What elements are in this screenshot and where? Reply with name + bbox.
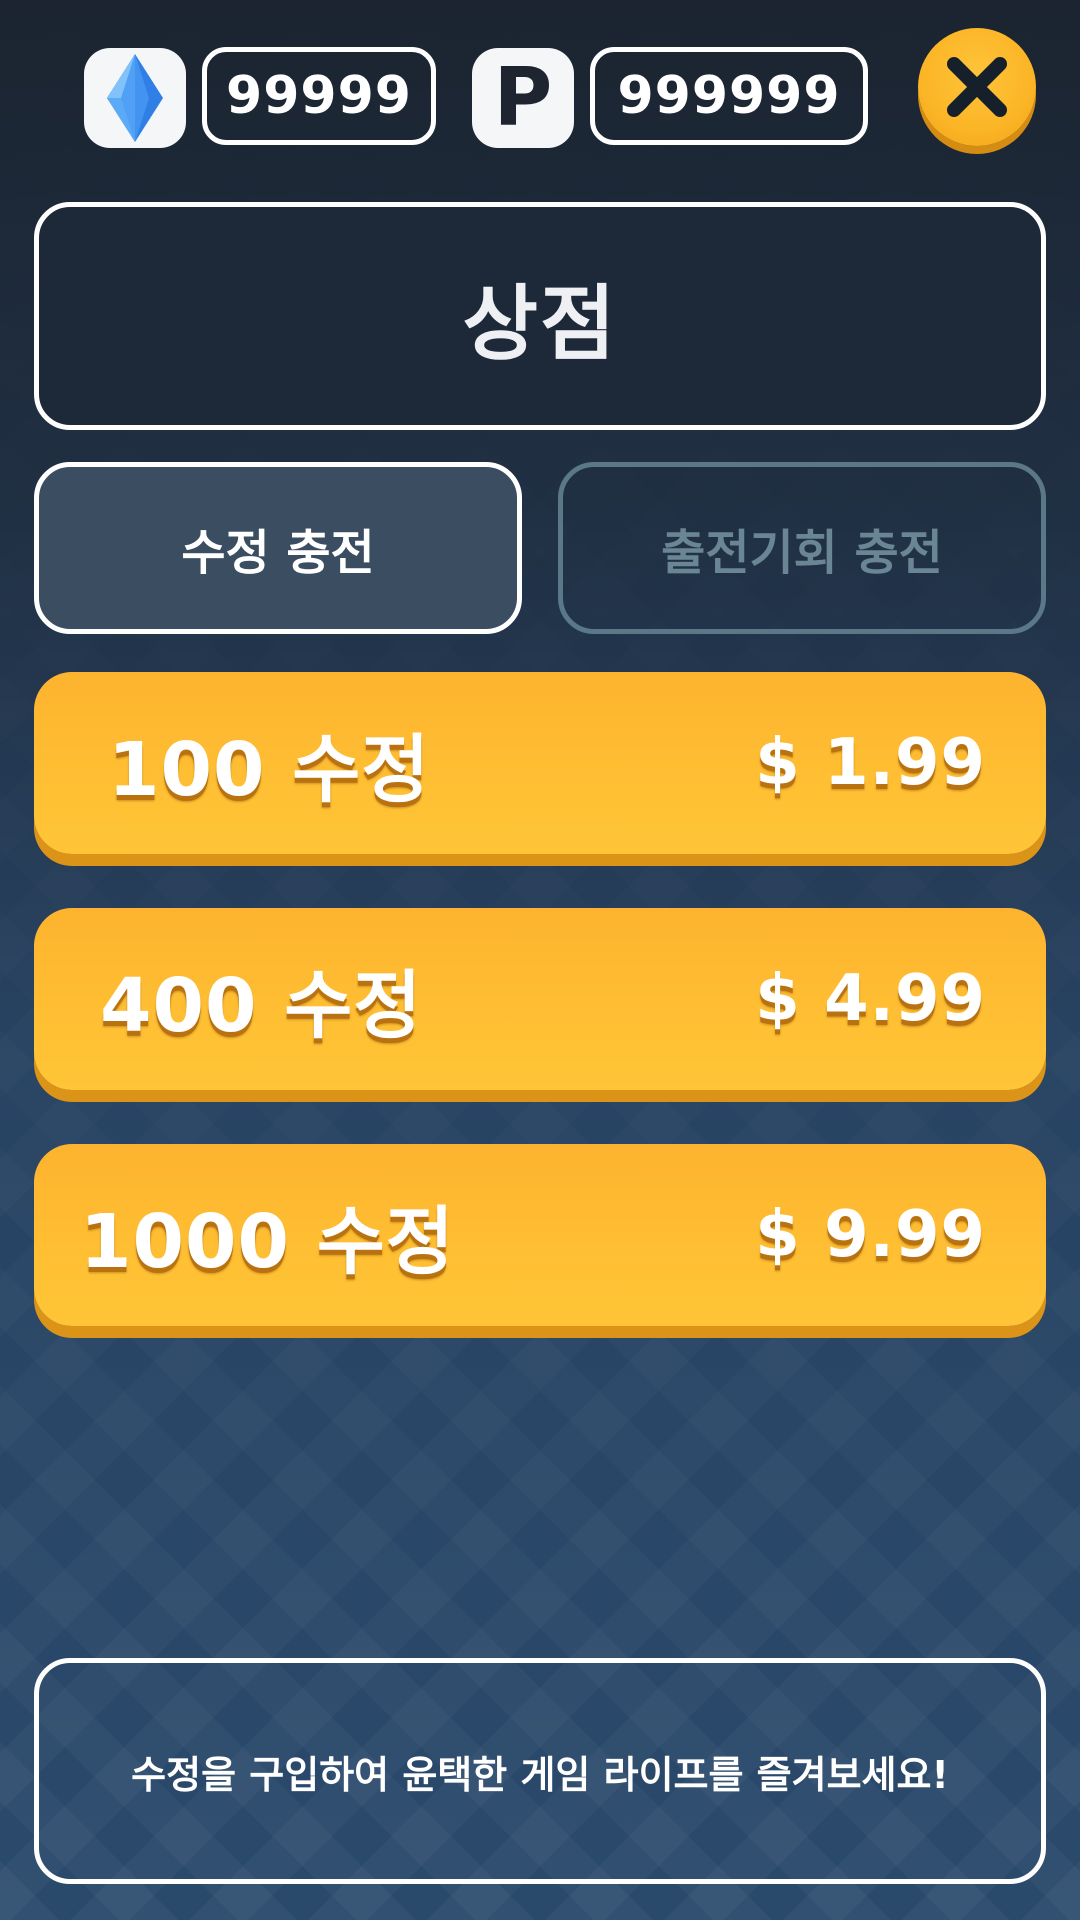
footer-message: 수정을 구입하여 윤택한 게임 라이프를 즐겨보세요! [131, 1752, 949, 1797]
product-button-1000-crystals[interactable]: 1000 수정 $ 9.99 [34, 1144, 1046, 1326]
product-name: 400 수정 [100, 962, 423, 1049]
product-button-100-crystals[interactable]: 100 수정 $ 1.99 [34, 672, 1046, 854]
currency-bar: 99999 P 999999 [0, 0, 1080, 170]
product-price: $ 4.99 [755, 962, 986, 1036]
gem-amount: 99999 [202, 47, 436, 145]
point-amount: 999999 [590, 47, 868, 145]
product-name: 100 수정 [108, 726, 431, 813]
title-panel: 상점 [34, 202, 1046, 430]
close-x-icon [947, 57, 1007, 117]
page-title: 상점 [462, 276, 618, 372]
message-panel: 수정을 구입하여 윤택한 게임 라이프를 즐겨보세요! [34, 1658, 1046, 1884]
product-name: 1000 수정 [80, 1198, 455, 1285]
product-price: $ 1.99 [755, 726, 986, 800]
product-price: $ 9.99 [755, 1198, 986, 1272]
crystal-gem-icon-graphic [107, 54, 163, 142]
product-button-400-crystals[interactable]: 400 수정 $ 4.99 [34, 908, 1046, 1090]
crystal-gem-icon [84, 48, 186, 148]
close-button[interactable] [918, 28, 1036, 146]
tab-entry-chance-recharge[interactable]: 출전기회 충전 [558, 462, 1046, 634]
point-icon: P [472, 48, 574, 148]
tab-crystal-recharge[interactable]: 수정 충전 [34, 462, 522, 634]
point-icon-letter: P [493, 51, 553, 144]
